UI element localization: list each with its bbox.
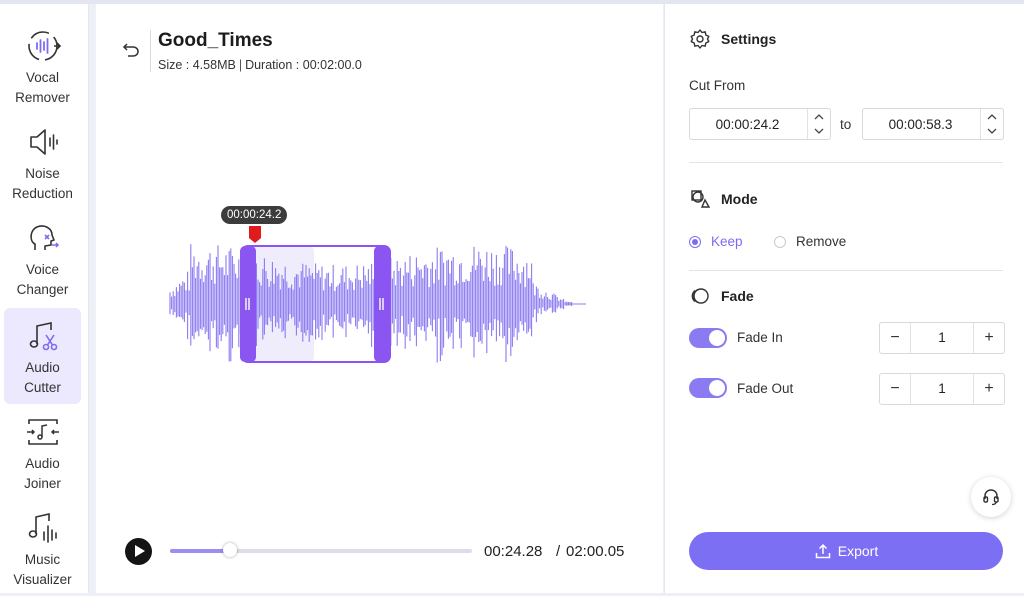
mode-keep-radio[interactable]: Keep bbox=[689, 234, 743, 249]
fade-out-label: Fade Out bbox=[737, 381, 794, 396]
fade-in-increment-button[interactable]: + bbox=[973, 323, 1004, 353]
file-title: Good_Times bbox=[158, 30, 273, 51]
file-size: Size : 4.58MB bbox=[158, 58, 236, 72]
voice-changer-icon bbox=[29, 225, 59, 250]
sidebar-item-noise-reduction[interactable]: Noise Reduction bbox=[4, 114, 81, 210]
editor-panel: Good_Times Size : 4.58MB | Duration : 00:0… bbox=[96, 4, 663, 593]
chevron-down-icon[interactable] bbox=[808, 124, 830, 139]
music-visualizer-icon bbox=[28, 512, 57, 543]
radio-label: Remove bbox=[796, 234, 847, 249]
selection-end-handle[interactable] bbox=[374, 246, 390, 362]
audio-joiner-icon bbox=[26, 419, 59, 445]
settings-header: Settings bbox=[689, 28, 776, 50]
fade-out-toggle[interactable] bbox=[689, 378, 727, 398]
fade-in-value[interactable]: 1 bbox=[911, 323, 973, 353]
start-time-field[interactable] bbox=[689, 108, 831, 140]
export-label: Export bbox=[837, 543, 879, 559]
undo-icon[interactable] bbox=[122, 40, 140, 58]
divider bbox=[689, 162, 1003, 163]
waveform-editor[interactable] bbox=[166, 204, 596, 374]
sidebar-item-label: Voice Changer bbox=[16, 262, 69, 297]
sidebar-item-audio-joiner[interactable]: Audio Joiner bbox=[4, 404, 81, 500]
headset-icon bbox=[983, 489, 999, 506]
radio-label: Keep bbox=[711, 234, 743, 249]
end-time-spinner bbox=[980, 109, 1003, 139]
mode-header: Mode bbox=[689, 188, 758, 210]
sidebar-item-vocal-remover[interactable]: Vocal Remover bbox=[4, 18, 81, 114]
selection-start-handle[interactable] bbox=[240, 246, 256, 362]
fade-header: Fade bbox=[689, 285, 754, 307]
settings-panel: Settings Cut From to Mode Keep Remove bbox=[664, 4, 1024, 593]
shapes-icon bbox=[691, 190, 711, 208]
sidebar-item-voice-changer[interactable]: Voice Changer bbox=[4, 210, 81, 306]
fade-out-stepper: − 1 + bbox=[879, 373, 1005, 405]
playback-progress-bar[interactable] bbox=[170, 543, 472, 557]
cut-from-label: Cut From bbox=[689, 78, 746, 93]
end-time-input[interactable] bbox=[863, 109, 978, 139]
fade-in-stepper: − 1 + bbox=[879, 322, 1005, 354]
support-button[interactable] bbox=[971, 477, 1011, 517]
file-duration: Duration : 00:02:00.0 bbox=[245, 58, 362, 72]
sidebar-item-audio-cutter[interactable]: Audio Cutter bbox=[4, 308, 81, 404]
fade-out-decrement-button[interactable]: − bbox=[880, 374, 911, 404]
play-button[interactable] bbox=[125, 538, 152, 565]
settings-title: Settings bbox=[721, 31, 777, 47]
audio-cutter-icon bbox=[29, 322, 57, 351]
divider bbox=[689, 270, 1003, 271]
fade-icon bbox=[691, 288, 709, 304]
fade-out-value[interactable]: 1 bbox=[911, 374, 973, 404]
fade-in-decrement-button[interactable]: − bbox=[880, 323, 911, 353]
chevron-up-icon[interactable] bbox=[808, 109, 830, 124]
fade-out-increment-button[interactable]: + bbox=[973, 374, 1004, 404]
mode-title: Mode bbox=[721, 191, 758, 207]
export-button[interactable]: Export bbox=[689, 532, 1003, 570]
fade-in-label: Fade In bbox=[737, 330, 783, 345]
sidebar-item-label: Audio Joiner bbox=[24, 456, 61, 491]
tool-sidebar: Vocal Remover Noise Reduction Voice Chan… bbox=[0, 4, 89, 593]
sidebar-item-music-visualizer[interactable]: Music Visualizer bbox=[4, 500, 81, 596]
radio-dot bbox=[689, 235, 701, 248]
vocal-remover-icon bbox=[27, 31, 61, 61]
gear-icon bbox=[690, 29, 710, 49]
fade-title: Fade bbox=[721, 288, 754, 304]
mode-remove-radio[interactable]: Remove bbox=[774, 234, 846, 249]
playhead-marker[interactable] bbox=[249, 226, 261, 243]
time-separator: / bbox=[556, 543, 561, 560]
sidebar-item-label: Music Visualizer bbox=[13, 552, 72, 587]
fade-in-toggle[interactable] bbox=[689, 328, 727, 348]
file-meta: Size : 4.58MB | Duration : 00:02:00.0 bbox=[158, 58, 362, 72]
total-time: 02:00.05 bbox=[566, 543, 625, 560]
progress-fill bbox=[170, 549, 231, 553]
current-time: 00:24.28 bbox=[484, 543, 543, 560]
chevron-down-icon[interactable] bbox=[981, 124, 1003, 139]
upload-icon bbox=[815, 543, 831, 559]
start-time-input[interactable] bbox=[690, 109, 805, 139]
sidebar-item-label: Vocal Remover bbox=[15, 70, 70, 105]
start-time-spinner bbox=[807, 109, 830, 139]
end-time-field[interactable] bbox=[862, 108, 1004, 140]
to-label: to bbox=[840, 117, 852, 132]
header-divider bbox=[150, 30, 151, 72]
sidebar-item-label: Audio Cutter bbox=[24, 360, 61, 395]
speaker-icon bbox=[29, 129, 58, 155]
progress-knob[interactable] bbox=[223, 543, 238, 557]
sidebar-item-label: Noise Reduction bbox=[12, 166, 73, 201]
chevron-up-icon[interactable] bbox=[981, 109, 1003, 124]
radio-dot bbox=[774, 235, 786, 248]
